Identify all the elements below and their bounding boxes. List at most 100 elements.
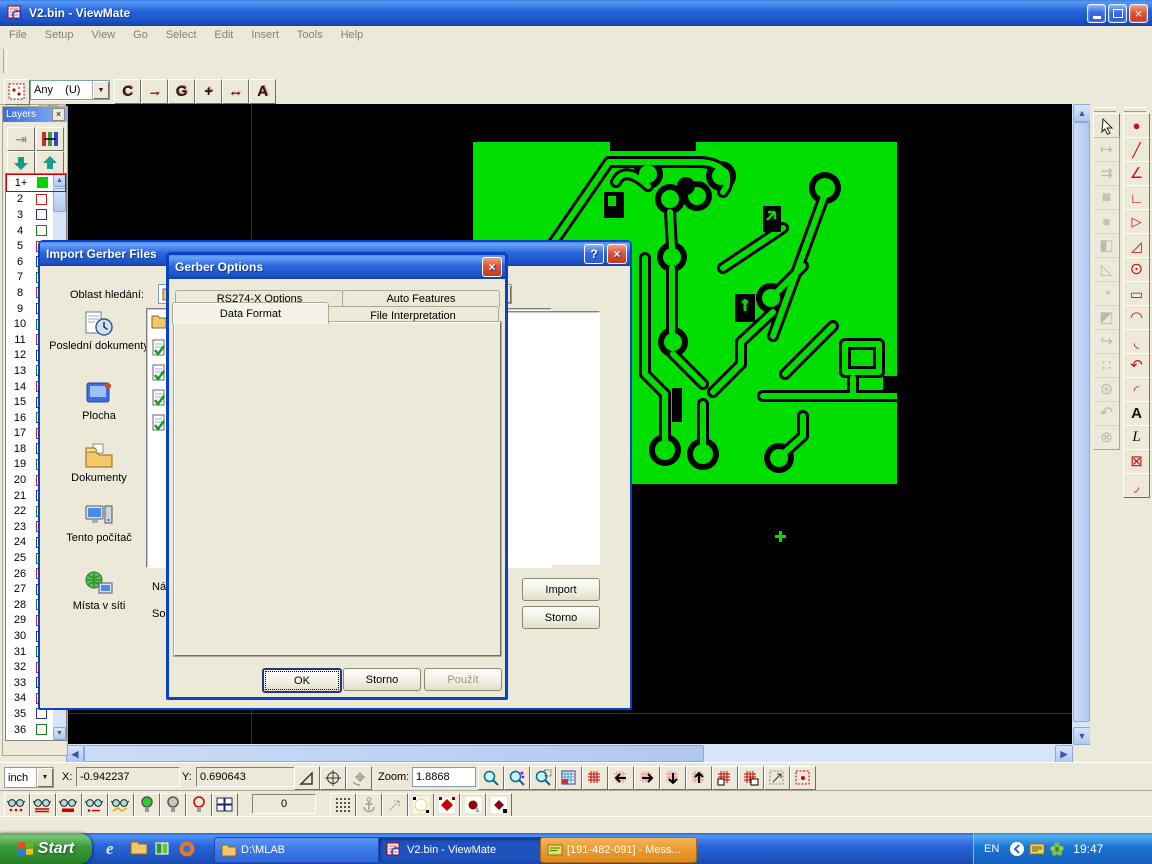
menu-file[interactable]: File <box>0 26 36 45</box>
menu-tools[interactable]: Tools <box>288 26 332 45</box>
place-desktop[interactable]: Plocha <box>44 380 154 423</box>
restore-button[interactable] <box>1108 4 1127 23</box>
select-filter-icon[interactable] <box>4 79 30 105</box>
resize-region-button[interactable] <box>764 766 790 790</box>
spacing-tool[interactable]: ∷ <box>1093 353 1120 378</box>
dock-icon[interactable]: ⇥ <box>7 127 35 151</box>
scroll-left-icon[interactable]: ◀ <box>66 745 84 763</box>
select-trace-button[interactable]: → <box>141 79 168 104</box>
ie-icon[interactable]: e <box>106 840 114 857</box>
rectangle-tool[interactable]: ▭ <box>1123 281 1150 306</box>
books-icon[interactable] <box>154 840 172 856</box>
move-point-tool[interactable]: ↦ <box>1093 137 1120 162</box>
pan-center-button[interactable] <box>346 766 372 790</box>
board-grid-button[interactable] <box>556 766 582 790</box>
undo-move-tool[interactable]: ↶ <box>1093 401 1120 426</box>
angle-measure-button[interactable] <box>294 766 320 790</box>
layer-film-icon[interactable] <box>36 127 64 151</box>
chevron-down-icon[interactable]: ▼ <box>36 768 53 787</box>
curve-tool[interactable]: ◟ <box>1123 329 1150 354</box>
language-indicator[interactable]: EN <box>984 843 999 855</box>
import-button[interactable]: Import <box>522 578 600 601</box>
taskbar-task[interactable]: D:\MLAB <box>214 837 386 863</box>
scroll-down-icon[interactable]: ▼ <box>1073 727 1091 745</box>
menu-edit[interactable]: Edit <box>205 26 242 45</box>
unit-combo[interactable]: inch▼ <box>4 767 54 788</box>
place-documents[interactable]: Dokumenty <box>44 442 154 485</box>
view-sketch-button[interactable] <box>108 793 134 817</box>
layer-swatch[interactable] <box>36 194 47 205</box>
grid-button[interactable] <box>582 766 608 790</box>
step-right-button[interactable] <box>738 766 764 790</box>
rotate-tool[interactable]: ◔ <box>1093 281 1120 306</box>
dimension-tool[interactable]: ⊠ <box>1123 449 1150 474</box>
chevron-down-icon[interactable]: ▼ <box>92 81 109 99</box>
step-move-tool[interactable]: ↪ <box>1093 329 1120 354</box>
layer-row[interactable]: 3 <box>6 207 66 223</box>
clock[interactable]: 19:47 <box>1073 842 1103 856</box>
minimize-button[interactable] <box>1087 4 1106 23</box>
menu-view[interactable]: View <box>82 26 124 45</box>
layers-panel-title[interactable]: Layers × <box>3 107 67 122</box>
view-dcodes-button[interactable] <box>4 793 30 817</box>
select-pad-button[interactable]: + <box>195 79 222 104</box>
help-icon[interactable]: ? <box>584 244 604 264</box>
ok-button[interactable]: OK <box>262 668 342 693</box>
zoom-pads-button[interactable] <box>504 766 530 790</box>
step-left-button[interactable] <box>712 766 738 790</box>
scale-tool[interactable]: ◺ <box>1093 257 1120 282</box>
tile-windows-button[interactable] <box>212 793 238 817</box>
layer-row[interactable]: 2 <box>6 192 66 208</box>
layer-row[interactable]: 1+ <box>6 174 66 192</box>
zoom-input[interactable]: 1.8868 <box>412 767 476 787</box>
hook-tool[interactable]: ◞ <box>1123 473 1150 498</box>
pad-style-2-button[interactable] <box>434 793 460 817</box>
circle-tool[interactable]: ⊙ <box>1123 257 1150 282</box>
horizontal-scrollbar[interactable]: ◀ ▶ <box>66 744 1072 762</box>
filled-square-tool[interactable]: ■ <box>1093 209 1120 234</box>
close-icon[interactable]: × <box>52 108 65 121</box>
pan-left-button[interactable] <box>608 766 634 790</box>
mirror-tool[interactable]: ◧ <box>1093 233 1120 258</box>
select-mode-combo[interactable]: Any (U)▼ <box>30 80 110 100</box>
close-button[interactable]: × <box>1129 4 1148 23</box>
view-pads-button[interactable] <box>56 793 82 817</box>
highlight-off-button[interactable] <box>160 793 186 817</box>
menu-setup[interactable]: Setup <box>36 26 83 45</box>
cut-tool[interactable]: ⊗ <box>1093 425 1120 450</box>
close-icon[interactable]: × <box>482 257 502 277</box>
menu-insert[interactable]: Insert <box>242 26 288 45</box>
triangle-tool[interactable]: ◿ <box>1123 233 1150 258</box>
layer-row[interactable]: 36 <box>6 722 66 738</box>
apply-button[interactable]: Použít <box>424 668 502 691</box>
view-traces-button[interactable] <box>82 793 108 817</box>
corner-snap-tool[interactable]: ◩ <box>1093 305 1120 330</box>
select-region-button[interactable] <box>790 766 816 790</box>
layer-swatch[interactable] <box>36 724 47 735</box>
anchor-button[interactable] <box>356 793 382 817</box>
menu-go[interactable]: Go <box>124 26 157 45</box>
quick-folder-icon[interactable] <box>130 840 148 856</box>
pad-style-1-button[interactable] <box>408 793 434 817</box>
cursor-tool[interactable] <box>1093 113 1120 138</box>
angle-line-tool[interactable]: ∠ <box>1123 161 1150 186</box>
place-recent-documents[interactable]: Poslední dokumenty <box>44 310 154 353</box>
move-down-icon[interactable] <box>7 151 35 175</box>
settings-tool[interactable]: ⊛ <box>1093 377 1120 402</box>
flash-pad-tool[interactable]: ● <box>1123 113 1150 138</box>
zoom-window-button[interactable] <box>530 766 556 790</box>
view-layers-button[interactable] <box>30 793 56 817</box>
vertical-scroll-thumb[interactable] <box>1073 122 1090 722</box>
move-up-icon[interactable] <box>36 151 64 175</box>
layer-row[interactable]: 4 <box>6 223 66 239</box>
layer-swatch[interactable] <box>37 177 48 188</box>
cancel-button[interactable]: Storno <box>522 606 600 629</box>
vertical-scrollbar[interactable]: ▲ ▼ <box>1072 104 1090 744</box>
dot-grid-button[interactable] <box>330 793 356 817</box>
line-tool[interactable]: ╱ <box>1123 137 1150 162</box>
tab-data-format[interactable]: Data Format <box>172 302 329 324</box>
menu-select[interactable]: Select <box>157 26 206 45</box>
dialog-title-bar[interactable]: Gerber Options × <box>169 255 505 279</box>
spiral-tool[interactable]: ↶ <box>1123 353 1150 378</box>
firefox-icon[interactable] <box>178 840 196 858</box>
